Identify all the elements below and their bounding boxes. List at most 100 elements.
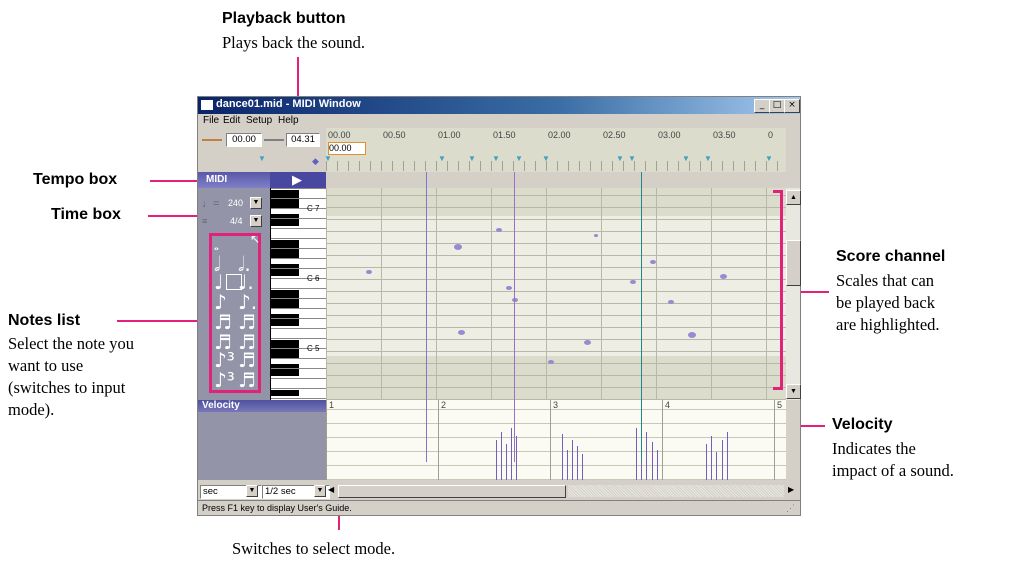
loop-marker-icon[interactable]: ▼ — [492, 154, 500, 163]
vertical-scroll-thumb[interactable] — [786, 240, 801, 286]
note-dot[interactable] — [720, 274, 727, 279]
time-dropdown[interactable]: ▼ — [250, 215, 262, 227]
black-key[interactable] — [271, 270, 299, 276]
menu-help[interactable]: Help — [278, 115, 299, 126]
note-dot[interactable] — [506, 286, 512, 290]
loop-marker-icon[interactable]: ▼ — [682, 154, 690, 163]
sixtyfourth-note-icon[interactable]: ♬ — [238, 350, 256, 370]
grid-dropdown-icon[interactable]: ▼ — [314, 485, 326, 497]
velocity-bar[interactable] — [657, 450, 658, 480]
note-dot[interactable] — [496, 228, 502, 232]
white-key-divider — [271, 188, 327, 189]
note-dot[interactable] — [458, 330, 465, 335]
resize-grip-icon[interactable]: ⋰ — [786, 503, 795, 514]
velocity-bar[interactable] — [711, 436, 712, 480]
black-key[interactable] — [271, 220, 299, 226]
note-dot[interactable] — [630, 280, 636, 284]
loop-marker-icon[interactable]: ▼ — [258, 154, 266, 163]
end-time-field[interactable]: 04.31 — [286, 133, 320, 147]
measure-line — [662, 400, 663, 480]
sixteenth-note-icon[interactable]: ♬ — [214, 312, 232, 332]
ruler-label: 02.00 — [548, 130, 571, 140]
minimize-icon[interactable]: _ — [754, 99, 770, 113]
black-key[interactable] — [271, 390, 299, 396]
scroll-down-icon[interactable]: ▼ — [786, 384, 801, 399]
loop-marker-icon[interactable]: ▼ — [438, 154, 446, 163]
loop-marker-icon[interactable]: ▼ — [515, 154, 523, 163]
menu-file[interactable]: File — [203, 115, 219, 126]
loop-marker-icon[interactable]: ▼ — [542, 154, 550, 163]
select-arrow-icon[interactable]: ↖ — [250, 232, 260, 246]
velocity-bar[interactable] — [496, 440, 497, 480]
velocity-bar[interactable] — [506, 444, 507, 480]
playback-position-line — [641, 172, 642, 462]
loop-marker-icon[interactable]: ▼ — [468, 154, 476, 163]
measure-line — [550, 400, 551, 480]
velocity-bar[interactable] — [722, 440, 723, 480]
velocity-bar[interactable] — [516, 436, 517, 480]
velocity-area[interactable]: 1 2 3 4 5 — [326, 400, 786, 480]
white-key-divider — [271, 198, 327, 199]
eighth-triplet-icon[interactable]: ♪³ — [214, 370, 235, 390]
velocity-bar[interactable] — [572, 440, 573, 480]
loop-marker-icon[interactable]: ▼ — [324, 154, 332, 163]
quarter-triplet-icon[interactable]: ♪³ — [214, 350, 235, 370]
ruler-label: 02.50 — [603, 130, 626, 140]
score-annotation-title: Score channel — [836, 248, 946, 265]
maximize-icon[interactable]: □ — [769, 99, 785, 113]
loop-marker-icon[interactable]: ▼ — [704, 154, 712, 163]
unit-dropdown-icon[interactable]: ▼ — [246, 485, 258, 497]
note-dot[interactable] — [548, 360, 554, 364]
white-key-divider — [271, 268, 327, 269]
velocity-bar[interactable] — [727, 432, 728, 480]
piano-keyboard[interactable]: C 7 C 6 C 5 — [270, 188, 327, 400]
note-dot[interactable] — [584, 340, 591, 345]
score-channel[interactable] — [326, 188, 786, 400]
velocity-bar[interactable] — [716, 452, 717, 480]
score-col-grid — [326, 188, 786, 400]
velocity-bar[interactable] — [706, 444, 707, 480]
dotted-sixtyfourth-note-icon[interactable]: ♬ — [238, 370, 256, 390]
scroll-up-icon[interactable]: ▲ — [786, 190, 801, 205]
time-ruler[interactable]: 00.00 00.50 01.00 01.50 02.00 02.50 03.00 03.50… — [258, 128, 786, 172]
loop-marker-icon[interactable]: ▼ — [765, 154, 773, 163]
eighth-note-icon[interactable]: ♪ — [214, 292, 227, 312]
playback-button[interactable]: ▶ — [292, 173, 302, 187]
velocity-bar[interactable] — [582, 454, 583, 480]
black-key[interactable] — [271, 370, 299, 376]
scroll-left-icon[interactable]: ◀ — [328, 485, 334, 494]
note-dot[interactable] — [650, 260, 656, 264]
scroll-right-icon[interactable]: ▶ — [788, 485, 794, 494]
white-key-divider — [271, 248, 327, 249]
close-icon[interactable]: × — [784, 99, 800, 113]
dotted-eighth-note-icon[interactable]: ♪. — [238, 292, 257, 312]
note-dot[interactable] — [366, 270, 372, 274]
velocity-bar[interactable] — [636, 428, 637, 480]
menu-setup[interactable]: Setup — [246, 115, 272, 126]
loop-marker-icon[interactable]: ▼ — [628, 154, 636, 163]
velocity-bar[interactable] — [567, 450, 568, 480]
velocity-bar[interactable] — [501, 432, 502, 480]
dotted-quarter-note-icon[interactable]: ♩. — [238, 272, 254, 292]
velocity-bar[interactable] — [577, 446, 578, 480]
black-key[interactable] — [271, 320, 299, 326]
velocity-bar[interactable] — [511, 428, 512, 480]
window-title: dance01.mid - MIDI Window — [216, 98, 361, 110]
select-mode-annotation-body: Switches to select mode. — [232, 539, 396, 558]
velocity-bar[interactable] — [652, 442, 653, 480]
vertical-scrollbar[interactable]: ▲ ▼ — [786, 188, 801, 400]
menu-edit[interactable]: Edit — [223, 115, 240, 126]
velocity-bar[interactable] — [646, 432, 647, 480]
note-dot[interactable] — [668, 300, 674, 304]
ruler-label: 01.00 — [438, 130, 461, 140]
loop-marker-icon[interactable]: ▼ — [616, 154, 624, 163]
playback-annotation-body: Plays back the sound. — [222, 33, 365, 52]
horizontal-scroll-thumb[interactable] — [338, 485, 566, 498]
start-time-field[interactable]: 00.00 — [226, 133, 262, 147]
quarter-note-icon[interactable]: ♩ — [214, 272, 223, 292]
velocity-bar[interactable] — [562, 434, 563, 480]
horizontal-scroll-track[interactable] — [568, 485, 784, 497]
tempo-dropdown[interactable]: ▼ — [250, 197, 262, 209]
dotted-sixteenth-note-icon[interactable]: ♬ — [238, 312, 256, 332]
title-bar[interactable]: dance01.mid - MIDI Window _ □ × — [198, 97, 800, 114]
